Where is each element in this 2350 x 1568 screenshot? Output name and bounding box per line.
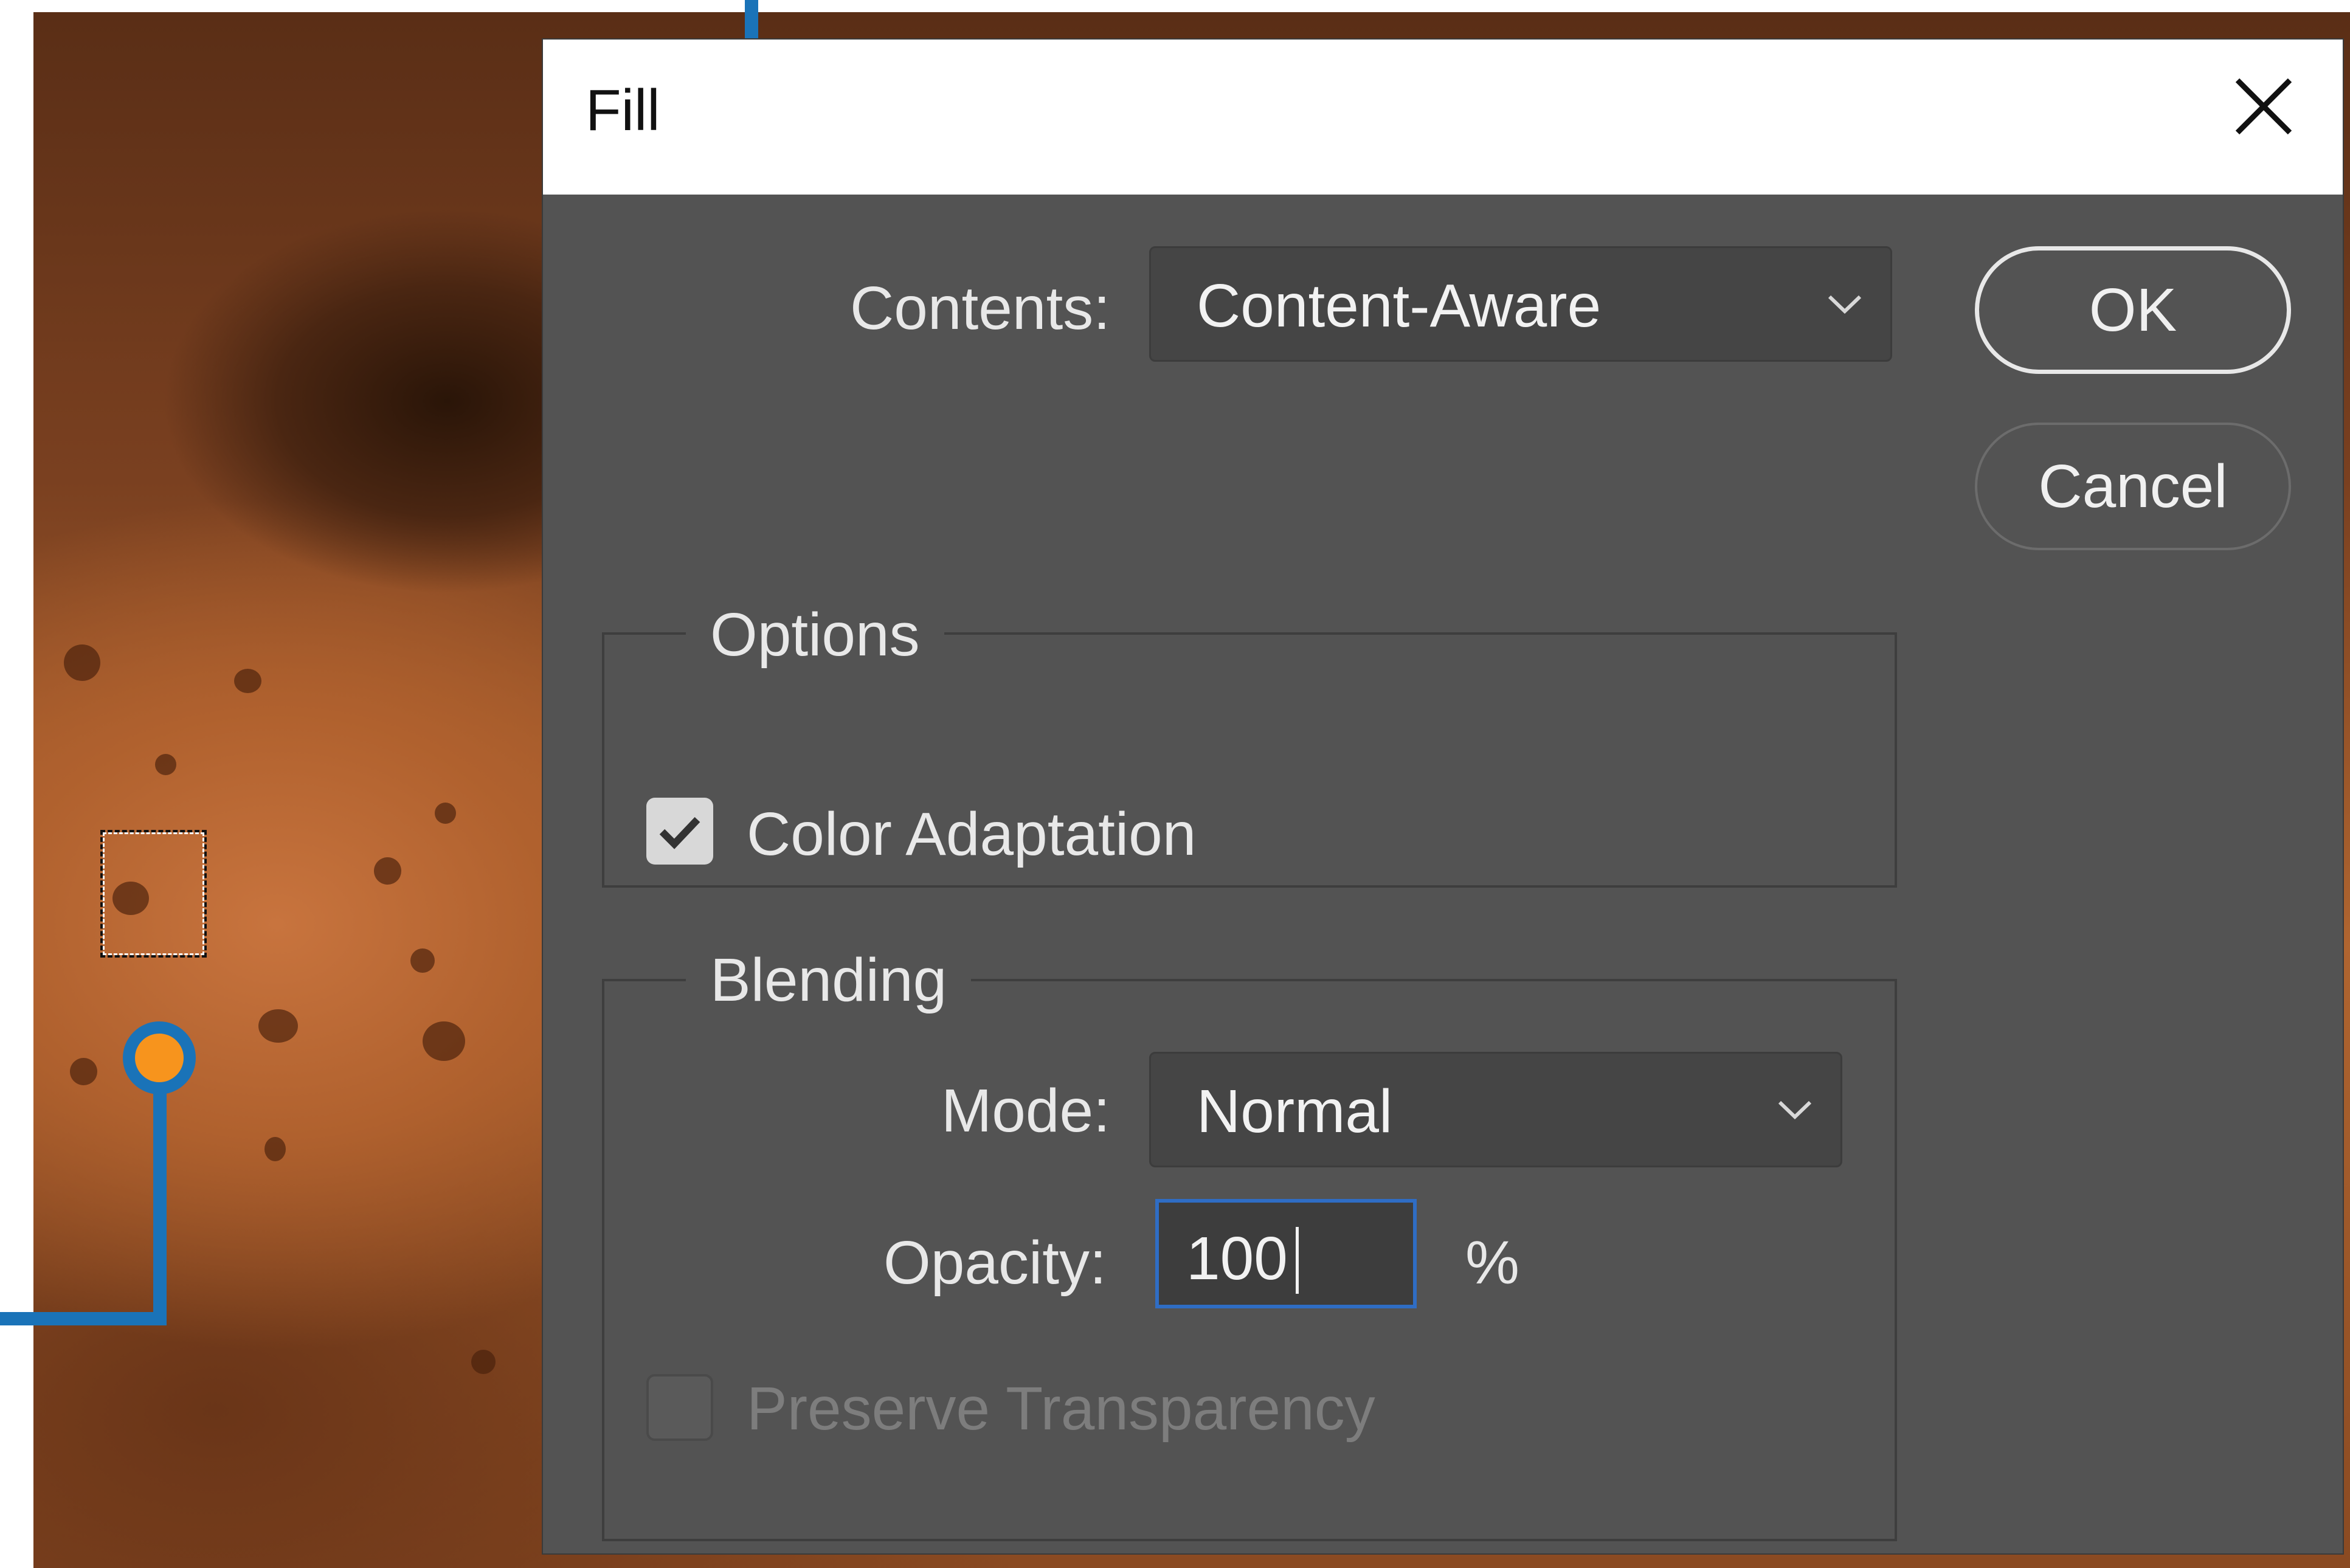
freckle: [374, 857, 401, 885]
opacity-unit: %: [1465, 1229, 1519, 1297]
fill-dialog: Fill Contents: Content-Aware OK Cancel O…: [543, 40, 2343, 1553]
preserve-transparency-label: Preserve Transparency: [747, 1375, 1375, 1443]
options-group-title: Options: [686, 600, 944, 670]
close-icon[interactable]: [2230, 73, 2297, 140]
callout-line-left-horizontal: [0, 1312, 167, 1325]
freckle: [264, 1137, 286, 1161]
opacity-input[interactable]: 100: [1155, 1199, 1417, 1308]
freckle: [155, 754, 176, 775]
freckle: [423, 1021, 465, 1061]
color-adaptation-label: Color Adaptation: [747, 800, 1197, 868]
preserve-transparency-checkbox[interactable]: [646, 1374, 713, 1441]
opacity-value: 100: [1186, 1224, 1288, 1293]
color-adaptation-checkbox[interactable]: [646, 798, 713, 865]
blending-group-title: Blending: [686, 945, 972, 1015]
mode-value: Normal: [1197, 1077, 1393, 1145]
freckle: [234, 669, 261, 693]
contents-value: Content-Aware: [1197, 272, 1602, 340]
callout-line-left-vertical: [153, 1091, 167, 1325]
ok-button[interactable]: OK: [1975, 246, 2291, 374]
checkmark-icon: [659, 817, 700, 849]
chevron-down-icon: [1828, 295, 1862, 314]
freckle: [471, 1350, 496, 1374]
freckle: [64, 644, 100, 681]
text-cursor: [1296, 1227, 1299, 1294]
selection-marquee[interactable]: [100, 830, 207, 958]
freckle: [410, 948, 435, 973]
contents-label: Contents:: [850, 274, 1111, 342]
mode-label: Mode:: [941, 1077, 1110, 1145]
freckle: [70, 1058, 97, 1085]
dialog-titlebar: Fill: [543, 40, 2343, 195]
contents-dropdown[interactable]: Content-Aware: [1149, 246, 1892, 362]
callout-marker-selection: [123, 1021, 196, 1094]
freckle: [435, 803, 456, 824]
opacity-label: Opacity:: [883, 1229, 1107, 1297]
cancel-button[interactable]: Cancel: [1975, 423, 2291, 550]
chevron-down-icon: [1778, 1100, 1812, 1120]
mode-dropdown[interactable]: Normal: [1149, 1052, 1842, 1167]
freckle: [258, 1009, 298, 1043]
dialog-title: Fill: [586, 78, 660, 143]
